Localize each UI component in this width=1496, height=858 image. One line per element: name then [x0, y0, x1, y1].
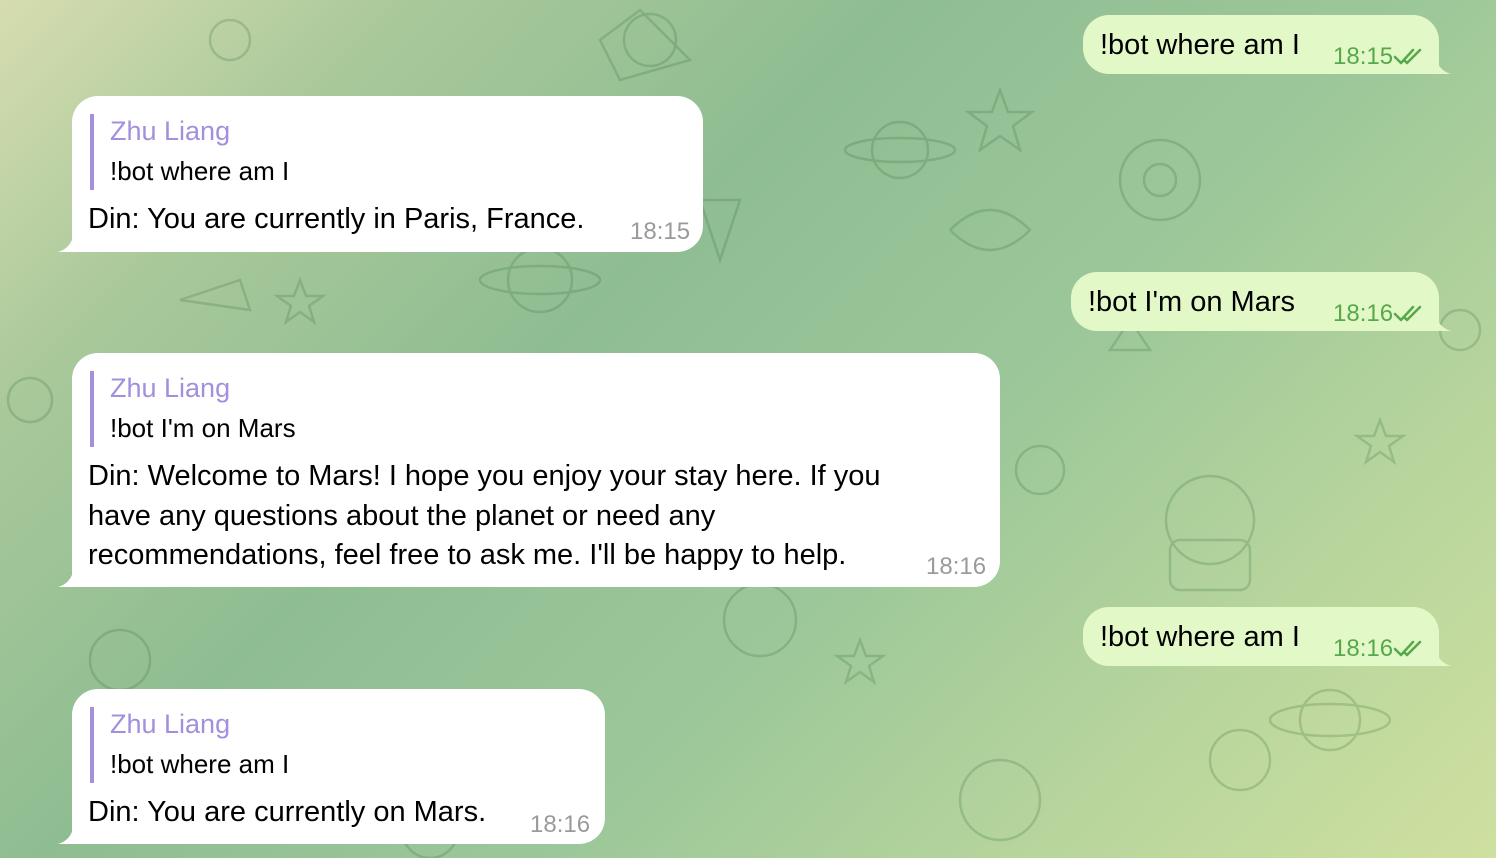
outgoing-message[interactable]: !bot where am I 18:15	[1083, 15, 1451, 74]
outgoing-message[interactable]: !bot where am I 18:16	[1083, 607, 1451, 666]
message-text: Din: Welcome to Mars! I hope you enjoy y…	[88, 460, 881, 571]
message-time: 18:16	[1333, 635, 1394, 662]
message-time: 18:16	[1333, 300, 1394, 327]
bubble-tail	[1431, 311, 1451, 331]
message-text: Din: You are currently on Mars.	[88, 796, 487, 828]
bubble-tail	[58, 824, 78, 844]
reply-quote[interactable]: Zhu Liang !bot where am I	[90, 707, 289, 783]
bubble-tail	[58, 232, 78, 252]
reply-author-name: Zhu Liang	[110, 373, 231, 403]
message-text: !bot where am I	[1100, 621, 1300, 653]
message-time: 18:15	[630, 218, 691, 245]
incoming-message[interactable]: Zhu Liang !bot where am I Din: You are c…	[58, 96, 703, 252]
reply-quoted-text: !bot I'm on Mars	[110, 413, 296, 443]
incoming-message[interactable]: Zhu Liang !bot where am I Din: You are c…	[58, 689, 605, 844]
incoming-message[interactable]: Zhu Liang !bot I'm on Mars Din: Welcome …	[58, 353, 1000, 587]
read-double-check-icon	[1393, 305, 1422, 322]
bubble-tail	[1431, 54, 1451, 74]
message-time: 18:16	[530, 811, 591, 838]
reply-quoted-text: !bot where am I	[110, 749, 290, 779]
bubble-tail	[1431, 646, 1451, 666]
outgoing-message[interactable]: !bot I'm on Mars 18:16	[1071, 272, 1451, 331]
message-time: 18:15	[1333, 43, 1394, 70]
reply-quoted-text: !bot where am I	[110, 156, 290, 186]
reply-quote[interactable]: Zhu Liang !bot I'm on Mars	[90, 371, 296, 447]
bubble-tail	[58, 567, 78, 587]
message-text: Din: You are currently in Paris, France.	[88, 203, 585, 235]
read-double-check-icon	[1393, 48, 1422, 65]
read-double-check-icon	[1393, 640, 1422, 657]
reply-author-name: Zhu Liang	[110, 116, 231, 146]
reply-quote[interactable]: Zhu Liang !bot where am I	[90, 114, 289, 190]
reply-author-name: Zhu Liang	[110, 709, 231, 739]
message-time: 18:16	[926, 553, 987, 580]
message-text: !bot I'm on Mars	[1088, 286, 1295, 318]
message-text: !bot where am I	[1100, 29, 1300, 61]
